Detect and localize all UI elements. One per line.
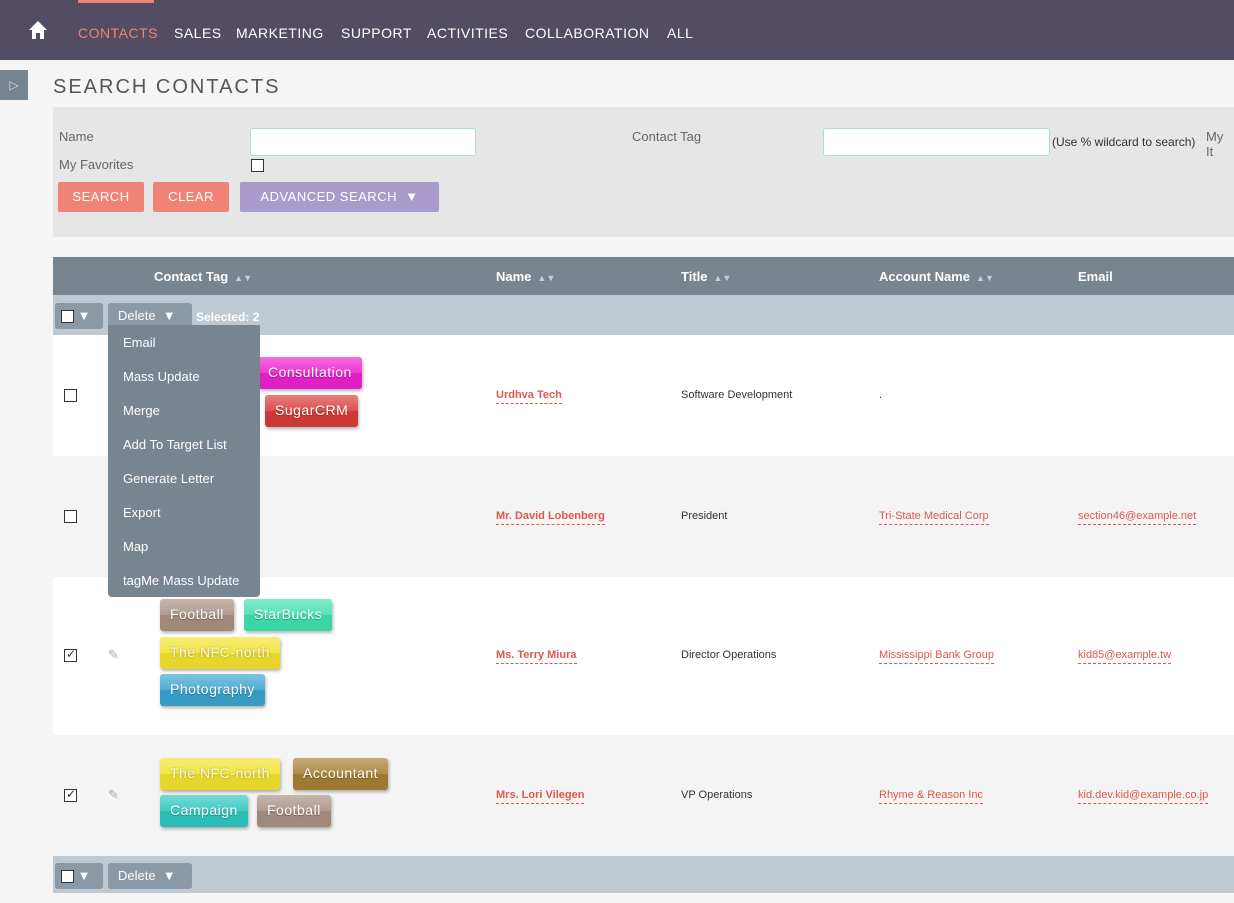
select-all-checkbox[interactable] — [61, 870, 74, 884]
menu-item-add-to-target-list[interactable]: Add To Target List — [123, 437, 227, 452]
contact-title: Director Operations — [681, 649, 777, 661]
contact-tag[interactable]: The NFC-north — [160, 637, 280, 669]
col-label: Title — [681, 269, 708, 284]
email-link[interactable]: section46@example.net — [1078, 509, 1197, 525]
contact-tag[interactable]: Consultation — [258, 357, 362, 389]
nav-contacts[interactable]: CONTACTS — [78, 25, 158, 41]
contact-name-link[interactable]: Mrs. Lori Vilegen — [496, 788, 585, 804]
clear-button[interactable]: CLEAR — [153, 182, 229, 212]
menu-item-map[interactable]: Map — [123, 539, 148, 554]
bulk-action-menu: Email Mass Update Merge Add To Target Li… — [108, 325, 260, 597]
contact-tag-input[interactable] — [823, 128, 1050, 156]
search-panel: Name My Favorites Contact Tag (Use % wil… — [53, 107, 1234, 237]
table-header: Contact Tag ▲▼ Name ▲▼ Title ▲▼ Account Nam… — [53, 257, 1234, 295]
contact-tag[interactable]: Football — [160, 599, 234, 631]
col-label: Account Name — [879, 269, 971, 284]
contact-tag[interactable]: Campaign — [160, 795, 248, 827]
edit-pencil-icon[interactable]: ✎ — [108, 787, 119, 803]
contact-name-link[interactable]: Mr. David Lobenberg — [496, 509, 605, 525]
nav-all[interactable]: ALL — [667, 25, 693, 41]
sort-icon: ▲▼ — [537, 273, 556, 283]
contact-tag[interactable]: StarBucks — [244, 599, 333, 631]
col-contact-tag[interactable]: Contact Tag ▲▼ — [154, 269, 252, 284]
col-name[interactable]: Name ▲▼ — [496, 269, 555, 284]
menu-item-merge[interactable]: Merge — [123, 403, 160, 418]
name-input[interactable] — [250, 128, 476, 156]
row-checkbox[interactable] — [64, 388, 77, 402]
sidebar-toggle-button[interactable]: ▷ — [0, 70, 28, 100]
delete-label: Delete — [118, 308, 156, 323]
contact-title: Software Development — [681, 388, 793, 401]
row-checkbox[interactable] — [64, 647, 77, 662]
nav-support[interactable]: SUPPORT — [341, 25, 412, 41]
contact-tag[interactable]: SugarCRM — [265, 395, 359, 427]
contact-tag-label: Contact Tag — [632, 129, 702, 144]
favorites-label: My Favorites — [59, 157, 134, 172]
row-checkbox[interactable] — [64, 787, 77, 802]
page-title: SEARCH CONTACTS — [53, 76, 281, 98]
menu-item-export[interactable]: Export — [123, 505, 161, 520]
table-row: ✎ Football StarBucks The NFC-north Photograp… — [53, 577, 1234, 735]
col-label: Name — [496, 269, 532, 284]
action-bar-bottom: ▼ Delete ▼ — [53, 856, 1234, 893]
edit-pencil-icon[interactable]: ✎ — [108, 647, 119, 663]
account-name-link[interactable]: . — [879, 389, 882, 401]
favorites-checkbox[interactable] — [251, 159, 264, 172]
nav-activities[interactable]: ACTIVITIES — [427, 25, 508, 41]
select-all-checkbox[interactable] — [61, 310, 74, 324]
contact-tag[interactable]: Accountant — [293, 758, 389, 790]
select-all-dropdown[interactable]: ▼ — [55, 863, 103, 889]
contact-name-link[interactable]: Ms. Terry Miura — [496, 649, 577, 664]
advanced-search-label: ADVANCED SEARCH — [260, 189, 397, 204]
col-account[interactable]: Account Name ▲▼ — [879, 269, 994, 284]
menu-item-email[interactable]: Email — [123, 335, 156, 350]
my-items-label: My It — [1206, 129, 1224, 159]
email-link[interactable]: kid.dev.kid@example.co.jp — [1078, 788, 1209, 804]
nav-collaboration[interactable]: COLLABORATION — [525, 25, 650, 41]
menu-item-tagme-mass-update[interactable]: tagMe Mass Update — [123, 573, 239, 588]
account-name-link[interactable]: Tri-State Medical Corp — [879, 509, 989, 525]
wildcard-hint: (Use % wildcard to search) — [1052, 135, 1196, 149]
caret-down-icon: ▼ — [401, 189, 419, 204]
col-label: Contact Tag — [154, 269, 229, 284]
contact-tag[interactable]: The NFC-north — [160, 758, 280, 790]
top-nav: CONTACTS SALES MARKETING SUPPORT ACTIVIT… — [0, 0, 1234, 60]
account-name-link[interactable]: Mississippi Bank Group — [879, 649, 994, 664]
search-button[interactable]: SEARCH — [58, 182, 144, 212]
name-label: Name — [59, 129, 94, 144]
contact-title: VP Operations — [681, 788, 753, 801]
contact-name-link[interactable]: Urdhva Tech — [496, 388, 562, 404]
advanced-search-button[interactable]: ADVANCED SEARCH ▼ — [240, 182, 439, 212]
contact-tag[interactable]: Football — [257, 795, 331, 827]
sort-icon: ▲▼ — [976, 273, 994, 283]
col-title[interactable]: Title ▲▼ — [681, 269, 731, 284]
sort-icon: ▲▼ — [713, 273, 732, 283]
contact-tag[interactable]: Photography — [160, 674, 265, 706]
home-icon[interactable] — [28, 20, 48, 40]
select-all-dropdown[interactable]: ▼ — [55, 303, 103, 329]
account-name-link[interactable]: Rhyme & Reason Inc — [879, 788, 983, 804]
menu-item-generate-letter[interactable]: Generate Letter — [123, 471, 214, 486]
menu-item-mass-update[interactable]: Mass Update — [123, 369, 200, 384]
nav-sales[interactable]: SALES — [174, 25, 222, 41]
nav-marketing[interactable]: MARKETING — [236, 25, 324, 41]
active-indicator — [78, 0, 154, 3]
email-link[interactable]: kid85@example.tw — [1078, 649, 1172, 664]
col-email[interactable]: Email — [1078, 269, 1113, 284]
bulk-action-dropdown[interactable]: Delete ▼ — [108, 863, 192, 889]
row-checkbox[interactable] — [64, 509, 77, 523]
delete-label: Delete — [118, 868, 156, 883]
selected-count: Selected: 2 — [196, 310, 260, 324]
sort-icon: ▲▼ — [234, 273, 252, 283]
table-row: ✎ The NFC-north Accountant Campaign Football… — [53, 735, 1234, 856]
contact-title: President — [681, 509, 728, 522]
